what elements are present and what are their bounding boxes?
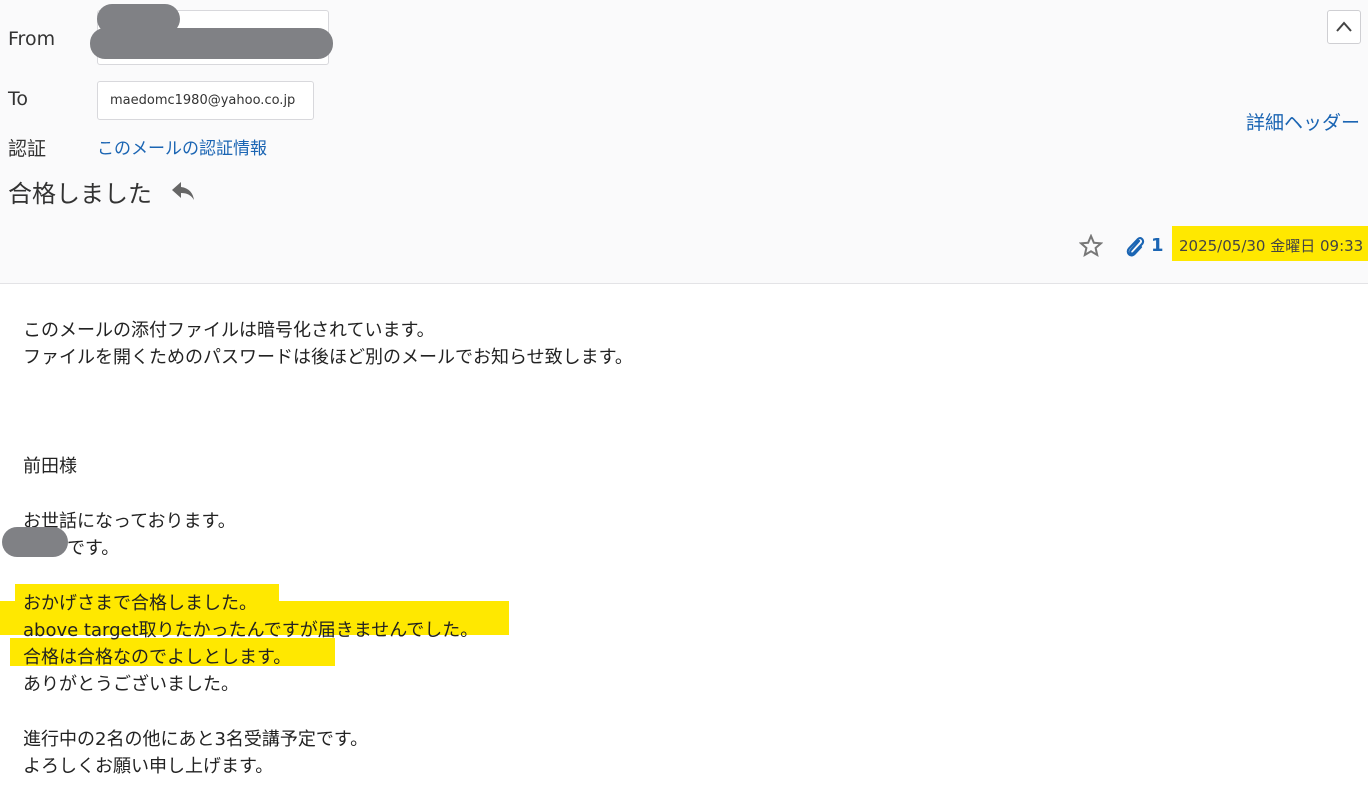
body-line: このメールの添付ファイルは暗号化されています。 <box>23 320 435 341</box>
body-line: 前田様 <box>23 456 77 477</box>
body-line: おかげさまで合格しました。 <box>23 593 257 614</box>
to-recipient-chip[interactable]: maedomc1980@yahoo.co.jp <box>97 81 314 120</box>
auth-label: 認証 <box>8 138 47 160</box>
body-line: ファイルを開くためのパスワードは後ほど別のメールでお知らせ致します。 <box>23 347 633 368</box>
body-line: 進行中の2名の他にあと3名受講予定です。 <box>23 729 369 750</box>
to-label: To <box>8 88 29 110</box>
attachment-count[interactable]: 1 <box>1151 235 1164 256</box>
body-line: above target取りたかったんですが届きませんでした。 <box>23 620 479 641</box>
paperclip-icon[interactable] <box>1124 235 1146 263</box>
body-line: よろしくお願い申し上げます。 <box>23 756 274 777</box>
detail-header-link[interactable]: 詳細ヘッダー <box>1246 108 1360 135</box>
collapse-header-button[interactable] <box>1327 10 1361 44</box>
mail-date: 2025/05/30 金曜日 09:33 <box>1172 226 1368 261</box>
body-line: ありがとうございました。 <box>23 674 239 695</box>
redacted-sender-name <box>2 527 68 557</box>
from-label: From <box>8 28 56 50</box>
mail-subject: 合格しました <box>8 180 152 208</box>
body-line: です。 <box>67 538 120 559</box>
reply-icon <box>170 179 196 207</box>
redacted-sender-address <box>90 28 333 59</box>
mail-header: From To maedomc1980@yahoo.co.jp 認証 このメール… <box>0 0 1368 284</box>
body-line: 合格は合格なのでよしとします。 <box>23 647 292 668</box>
auth-info-link[interactable]: このメールの認証情報 <box>97 134 267 159</box>
star-icon[interactable] <box>1078 233 1104 262</box>
